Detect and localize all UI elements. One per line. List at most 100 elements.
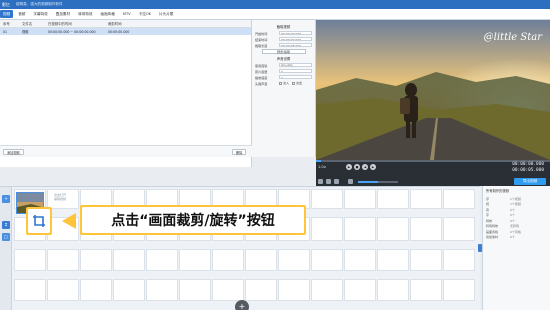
timeline-slot[interactable]: [344, 279, 376, 301]
properties-panel: 所有制作的视频 序 1个视频视 1个视频音 0个字 0个 特效 0个 转场特效 无转场 画面风格 0…: [482, 186, 550, 310]
clip-settings-panel: 截取视频 开始时间 00:00:00.000 结束时间 00:00:00.000 截…: [252, 20, 316, 157]
volume-slider[interactable]: [358, 181, 398, 183]
col-filename: 文件名: [22, 22, 33, 26]
crop-rotate-icon[interactable]: ⌗: [2, 221, 10, 229]
sound-section-title: 声音设置: [276, 57, 291, 61]
properties-list: 序 1个视频视 1个视频音 0个字 0个 特效 0个 转场特效 无转场 画面风格 0个风格 叠加素材 0…: [486, 196, 547, 240]
play-icon[interactable]: ▶: [346, 164, 352, 170]
timeline-slot[interactable]: [212, 279, 244, 301]
move-icon[interactable]: +: [2, 195, 10, 203]
speed-indicator[interactable]: 1.0x: [318, 165, 326, 169]
duration-field[interactable]: 00:00:05.000: [279, 42, 312, 48]
property-row: 叠加素材 0个: [486, 235, 547, 241]
timeline-slot[interactable]: [377, 279, 409, 301]
timeline-slot[interactable]: [311, 189, 343, 209]
current-time: 00:00:00.000: [512, 162, 544, 167]
prev-icon[interactable]: ◀: [362, 164, 368, 170]
timeline-slot[interactable]: [443, 189, 475, 209]
timeline-slot[interactable]: [311, 279, 343, 301]
timeline-slot[interactable]: [410, 217, 442, 241]
menu-audio[interactable]: 音频: [15, 10, 28, 18]
timeline-slot[interactable]: [410, 249, 442, 271]
timeline-slot[interactable]: [377, 217, 409, 241]
delete-button[interactable]: 删除: [232, 149, 247, 155]
timeline-slot[interactable]: [278, 249, 310, 271]
volume-icon[interactable]: [348, 179, 353, 184]
cell-filename: 视频: [22, 30, 29, 34]
property-value: 0个: [510, 235, 515, 240]
timeline-slot[interactable]: [278, 279, 310, 301]
property-key: 字: [486, 213, 490, 218]
fullscreen-icon[interactable]: [334, 179, 339, 184]
timeline-slot[interactable]: [47, 279, 79, 301]
video-preview: @little Star: [316, 20, 550, 160]
volume-field[interactable]: 0: [279, 68, 312, 74]
screenshot-icon[interactable]: [318, 179, 323, 184]
cell-time-in-video: 00:00:00.000 ~ 00:00:00.000: [48, 29, 96, 34]
timeline-slot[interactable]: [245, 249, 277, 271]
timeline-slot[interactable]: [113, 249, 145, 271]
timeline-slot[interactable]: [344, 249, 376, 271]
timeline-slot[interactable]: [344, 217, 376, 241]
menu-subtitle-effects[interactable]: 字幕特效: [30, 10, 50, 18]
timeline-slot[interactable]: [443, 217, 475, 241]
timeline-slot[interactable]: [410, 189, 442, 209]
timeline-slot[interactable]: [14, 279, 46, 301]
next-icon[interactable]: ▶: [370, 164, 376, 170]
fade-out-label: 淡出: [296, 81, 303, 85]
menu-video[interactable]: 视频: [0, 10, 14, 18]
plus-icon[interactable]: +: [235, 300, 249, 310]
timeline-slot[interactable]: [245, 279, 277, 301]
menu-intro-outro[interactable]: 片头片尾: [156, 10, 176, 18]
timeline-slot[interactable]: [443, 279, 475, 301]
menu-karaoke[interactable]: 卡拉OK: [136, 10, 154, 18]
timeline-slot[interactable]: [443, 249, 475, 271]
copy-icon[interactable]: □: [2, 233, 10, 241]
property-value: 1个视频: [510, 196, 521, 201]
property-key: 画面风格: [486, 229, 499, 234]
timeline-slot[interactable]: [80, 279, 112, 301]
property-key: 音: [486, 207, 490, 212]
crop-rotate-button[interactable]: [26, 207, 52, 235]
fade-out-checkbox[interactable]: 淡出: [292, 81, 302, 85]
add-video-button[interactable]: 添加视频: [3, 149, 24, 155]
timeline-slot[interactable]: [47, 249, 79, 271]
preview-cut-button[interactable]: 预览/截取: [261, 49, 306, 54]
timeline-slot[interactable]: [344, 189, 376, 209]
fade-in-checkbox[interactable]: 淡入: [279, 81, 289, 85]
speed-field[interactable]: 1: [279, 74, 312, 80]
property-value: 无转场: [510, 224, 520, 229]
track-label: 使用音轨: [255, 63, 268, 68]
timeline-slot[interactable]: [146, 249, 178, 271]
timeline-slot[interactable]: [14, 249, 46, 271]
menu-picture-style[interactable]: 画面风格: [98, 10, 118, 18]
player-controls: 1.0x ▶ ■ ◀ ▶ 00:00:00.000 00:00:05.000 导…: [316, 160, 550, 186]
timeline-slot[interactable]: [377, 189, 409, 209]
end-time-field[interactable]: 00:00:00.000: [279, 36, 312, 42]
timeline-slot[interactable]: [212, 249, 244, 271]
menu-mtv[interactable]: MTV: [120, 10, 134, 18]
table-row[interactable]: 01 视频 00:00:00.000 ~ 00:00:00.000 00:00:…: [0, 28, 251, 35]
timeline-slot[interactable]: [311, 217, 343, 241]
stop-icon[interactable]: ■: [354, 164, 360, 170]
timeline-slot[interactable]: [311, 249, 343, 271]
properties-title: 所有制作的视频: [486, 189, 510, 193]
track-select[interactable]: 原片音轨: [279, 62, 312, 68]
timeline-slot[interactable]: [146, 279, 178, 301]
folder-icon[interactable]: [326, 179, 331, 184]
fade-label: 头尾声音: [255, 81, 268, 86]
property-value: 0个: [510, 207, 515, 212]
export-video-button[interactable]: 导出视频: [514, 178, 546, 185]
timeline-slot[interactable]: [80, 249, 112, 271]
timeline-slot[interactable]: [410, 279, 442, 301]
menu-overlay[interactable]: 叠加素材: [53, 10, 73, 18]
start-time-field[interactable]: 00:00:00.000: [279, 30, 312, 36]
menu-transitions[interactable]: 转场特效: [75, 10, 95, 18]
timeline-slot[interactable]: [179, 249, 211, 271]
watermark-text: @little Star: [483, 32, 542, 43]
end-time-label: 结束时间: [255, 37, 268, 42]
list-header: 序号 文件名 在视频中的时间 裁剪时间: [0, 20, 251, 28]
timeline-slot[interactable]: [179, 279, 211, 301]
timeline-slot[interactable]: [113, 279, 145, 301]
timeline-slot[interactable]: [377, 249, 409, 271]
